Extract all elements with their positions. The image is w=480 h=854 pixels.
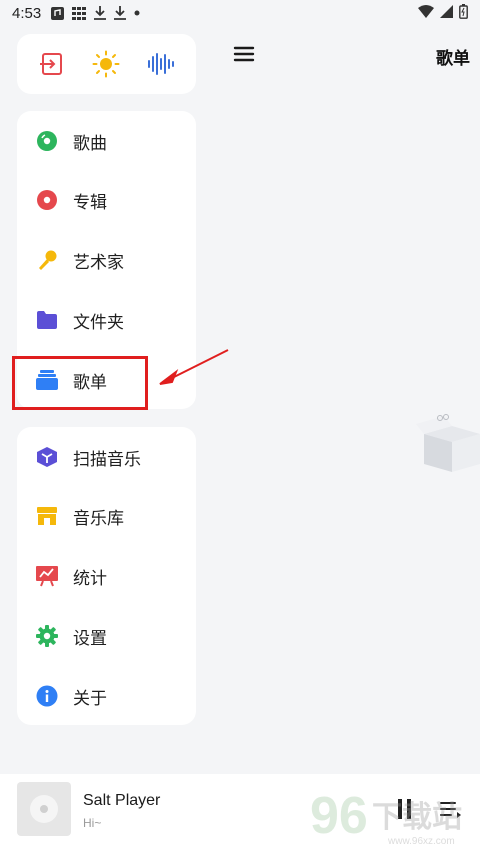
info-icon bbox=[36, 685, 58, 707]
sidebar-item-label: 统计 bbox=[73, 568, 107, 589]
sidebar-item-albums[interactable]: 专辑 bbox=[17, 177, 196, 223]
player-track-title: Salt Player bbox=[83, 792, 161, 809]
scan-cube-icon bbox=[36, 446, 58, 468]
sidebar-item-label: 文件夹 bbox=[73, 312, 124, 333]
sidebar-item-label: 音乐库 bbox=[73, 508, 124, 529]
watermark-number: 96 bbox=[310, 787, 368, 845]
notification-icon bbox=[51, 6, 65, 20]
chart-board-icon bbox=[36, 565, 58, 587]
folder-icon bbox=[36, 309, 58, 331]
tools-nav-card: 扫描音乐 音乐库 统计 设置 关于 bbox=[17, 427, 196, 725]
sidebar-item-statistics[interactable]: 统计 bbox=[17, 553, 196, 599]
watermark-url: www.96xz.com bbox=[388, 836, 455, 847]
sidebar-item-label: 艺术家 bbox=[73, 252, 124, 273]
disc-placeholder-icon bbox=[30, 795, 58, 823]
sidebar-item-artists[interactable]: 艺术家 bbox=[17, 237, 196, 283]
sidebar-item-label: 设置 bbox=[73, 628, 107, 649]
page-title: 歌单 bbox=[436, 49, 470, 69]
album-disc-icon bbox=[36, 189, 58, 211]
sidebar-item-label: 关于 bbox=[73, 688, 107, 709]
sun-icon[interactable] bbox=[92, 50, 120, 78]
album-cover[interactable] bbox=[17, 782, 71, 836]
annotation-arrow-icon bbox=[159, 349, 229, 385]
sidebar-item-label: 扫描音乐 bbox=[73, 449, 141, 470]
waveform-icon[interactable] bbox=[147, 51, 175, 77]
grid-icon bbox=[72, 6, 87, 20]
microphone-icon bbox=[36, 249, 58, 271]
player-track-subtitle: Hi~ bbox=[83, 816, 102, 830]
main-header: 歌单 bbox=[220, 36, 480, 76]
signal-icon bbox=[440, 5, 453, 18]
sidebar-item-label: 歌曲 bbox=[73, 133, 107, 154]
sidebar-item-settings[interactable]: 设置 bbox=[17, 613, 196, 659]
empty-box-icon bbox=[416, 414, 480, 472]
watermark: 96 下载站 www.96xz.com bbox=[310, 780, 480, 854]
status-bar: 4:53 bbox=[0, 0, 480, 26]
status-time: 4:53 bbox=[12, 4, 42, 22]
exit-icon[interactable] bbox=[39, 51, 65, 77]
store-icon bbox=[36, 505, 58, 527]
sidebar-item-label: 专辑 bbox=[73, 192, 107, 213]
status-icons-right bbox=[418, 4, 468, 19]
sidebar-item-about[interactable]: 关于 bbox=[17, 673, 196, 719]
hamburger-menu-icon[interactable] bbox=[232, 42, 258, 68]
sidebar-item-music-library[interactable]: 音乐库 bbox=[17, 493, 196, 539]
sidebar-item-scan-music[interactable]: 扫描音乐 bbox=[17, 434, 196, 480]
gear-icon bbox=[36, 625, 58, 647]
battery-icon bbox=[459, 4, 468, 19]
annotation-highlight-box bbox=[12, 356, 148, 410]
download-icon bbox=[94, 6, 107, 20]
download-icon bbox=[114, 6, 127, 20]
sidebar-item-songs[interactable]: 歌曲 bbox=[17, 118, 196, 164]
quick-actions-card bbox=[17, 34, 196, 94]
song-disc-icon bbox=[36, 130, 58, 152]
wifi-icon bbox=[418, 5, 434, 18]
status-icons-left bbox=[51, 6, 140, 20]
dot-icon bbox=[134, 10, 140, 16]
sidebar-item-folders[interactable]: 文件夹 bbox=[17, 297, 196, 343]
watermark-text: 下载站 bbox=[372, 800, 462, 835]
